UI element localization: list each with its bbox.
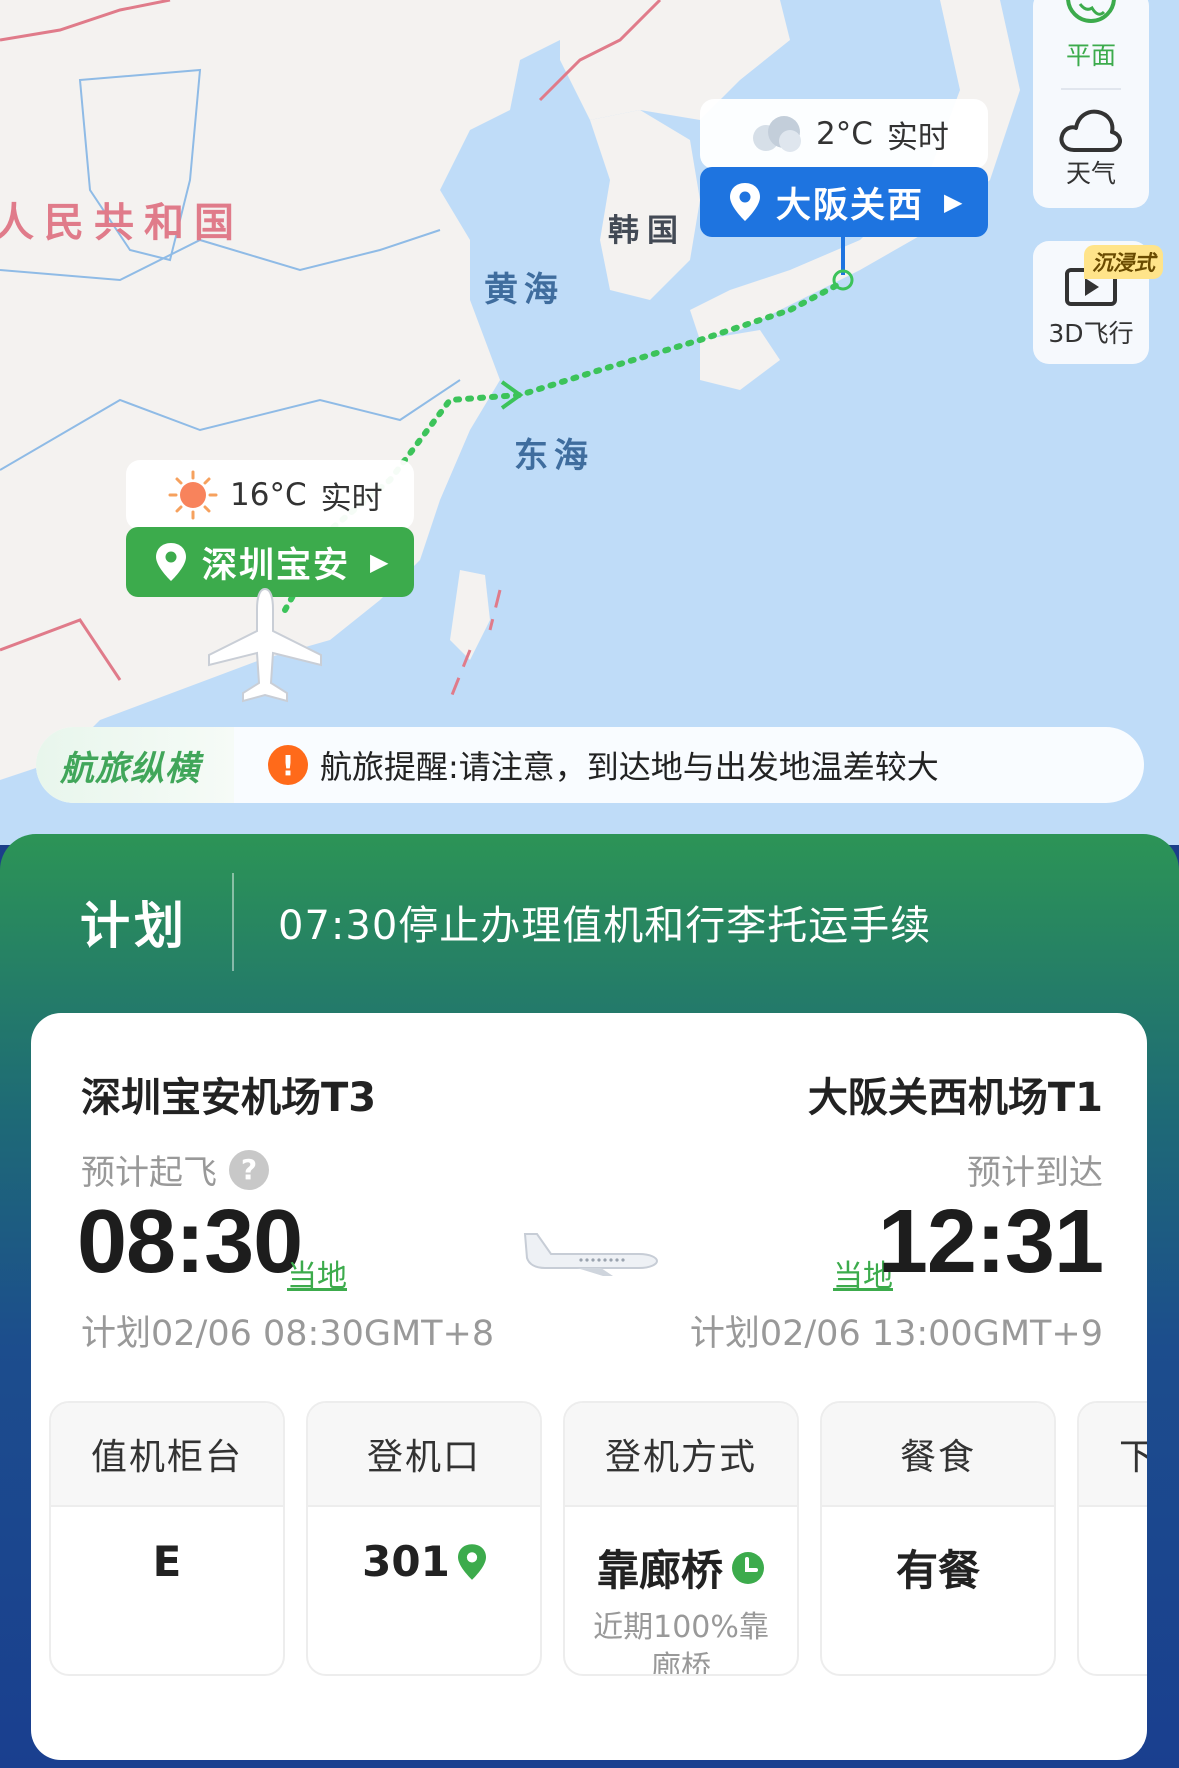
flat-label: 平面	[1065, 41, 1116, 70]
plan-text: 07:30停止办理值机和行李托运手续	[278, 902, 932, 949]
immersive-badge: 沉浸式	[1084, 245, 1163, 279]
warning-icon: !	[268, 745, 308, 785]
map-label-yellow-sea: 黄海	[484, 270, 564, 310]
brand-logo: 航旅纵横	[36, 727, 234, 803]
cloud-icon	[753, 116, 801, 152]
destination-location-pill[interactable]: 大阪关西 ▶	[700, 167, 988, 237]
tile-title: 登机口	[308, 1403, 540, 1507]
tile-value-row: 靠廊桥	[565, 1537, 797, 1598]
panel-divider	[1061, 88, 1121, 90]
departure-time: 08:30	[77, 1192, 303, 1292]
map-mode-panel: 平面 天气	[1033, 0, 1149, 208]
tile-value: 靠廊桥	[596, 1546, 723, 1595]
arrival-label: 预计到达	[967, 1153, 1103, 1193]
arrival-time: 12:31	[877, 1192, 1104, 1292]
info-tiles: 值机柜台 E 登机口 301 登机方式 靠廊桥 近期100%靠廊桥 餐食 有餐 …	[49, 1401, 1147, 1676]
flight-map[interactable]: 人民共和国 韩国 黄海 东海 16°C 实时 深圳宝安 ▶ 2°C 实时 大阪关…	[0, 0, 1179, 845]
tile-value: 有餐	[895, 1546, 980, 1595]
airplane-map-icon	[208, 587, 322, 703]
weather-label: 天气	[1065, 159, 1116, 188]
destination-temperature: 2°C	[816, 116, 873, 152]
departure-scheduled: 计划02/06 08:30GMT+8	[81, 1314, 495, 1354]
departure-label: 预计起飞	[81, 1153, 217, 1193]
location-pin-icon	[156, 543, 186, 581]
origin-weather-card: 16°C 实时	[126, 460, 414, 530]
origin-realtime-label: 实时	[320, 480, 383, 517]
origin-temperature: 16°C	[230, 477, 307, 513]
caret-right-icon: ▶	[370, 548, 391, 576]
flat-map-button[interactable]: 平面	[1066, 0, 1116, 72]
destination-weather-card: 2°C 实时	[700, 99, 988, 169]
sun-icon	[168, 470, 218, 520]
weather-button[interactable]: 天气	[1058, 106, 1124, 190]
next-tile[interactable]: 下	[1077, 1401, 1147, 1676]
flight-card: 深圳宝安机场T3 预计起飞 ? 08:30 当地 计划02/06 08:30GM…	[31, 1013, 1147, 1760]
caret-right-icon: ▶	[944, 188, 965, 216]
weather-cloud-icon	[1059, 109, 1122, 152]
plan-divider	[232, 872, 234, 971]
destination-name: 大阪关西	[776, 185, 925, 226]
airplane-icon	[523, 1233, 659, 1276]
map-background	[0, 0, 1020, 780]
meal-tile[interactable]: 餐食 有餐	[820, 1401, 1056, 1676]
tile-note: 近期100%靠廊桥	[593, 1610, 769, 1676]
map-label-korea: 韩国	[608, 213, 686, 249]
origin-name: 深圳宝安	[202, 545, 351, 586]
tile-title: 登机方式	[565, 1403, 797, 1507]
globe-icon	[1066, 0, 1116, 23]
arrival-scheduled: 计划02/06 13:00GMT+9	[689, 1314, 1103, 1354]
map-label-country: 人民共和国	[0, 200, 244, 246]
departure-local-link[interactable]: 当地	[287, 1251, 347, 1295]
clock-icon	[732, 1551, 764, 1584]
tile-title: 下	[1079, 1403, 1147, 1507]
tile-value: 301	[362, 1537, 450, 1586]
location-pin-icon	[457, 1543, 486, 1580]
destination-realtime-label: 实时	[886, 119, 949, 156]
tile-title: 餐食	[822, 1403, 1054, 1507]
tile-value: E	[152, 1537, 182, 1586]
help-icon[interactable]: ?	[229, 1149, 269, 1190]
checkin-counter-tile[interactable]: 值机柜台 E	[49, 1401, 285, 1676]
departure-label-row: 预计起飞 ?	[81, 1145, 269, 1194]
location-pin-icon	[730, 183, 760, 221]
boarding-method-tile[interactable]: 登机方式 靠廊桥 近期100%靠廊桥	[563, 1401, 799, 1676]
tile-value-row: 301	[308, 1537, 540, 1586]
travel-notice-bar[interactable]: 航旅纵横 ! 航旅提醒:请注意，到达地与出发地温差较大	[36, 727, 1144, 803]
fly3d-label: 3D飞行	[1048, 319, 1134, 348]
map-label-east-sea: 东海	[514, 436, 594, 476]
departure-airport: 深圳宝安机场T3	[81, 1075, 377, 1121]
arrival-airport: 大阪关西机场T1	[807, 1075, 1103, 1121]
gate-tile[interactable]: 登机口 301	[306, 1401, 542, 1676]
plan-row: 计划 07:30停止办理值机和行李托运手续	[0, 834, 1179, 1009]
plan-title: 计划	[80, 896, 188, 955]
tile-title: 值机柜台	[51, 1403, 283, 1507]
notice-text: 航旅提醒:请注意，到达地与出发地温差较大	[320, 748, 939, 786]
